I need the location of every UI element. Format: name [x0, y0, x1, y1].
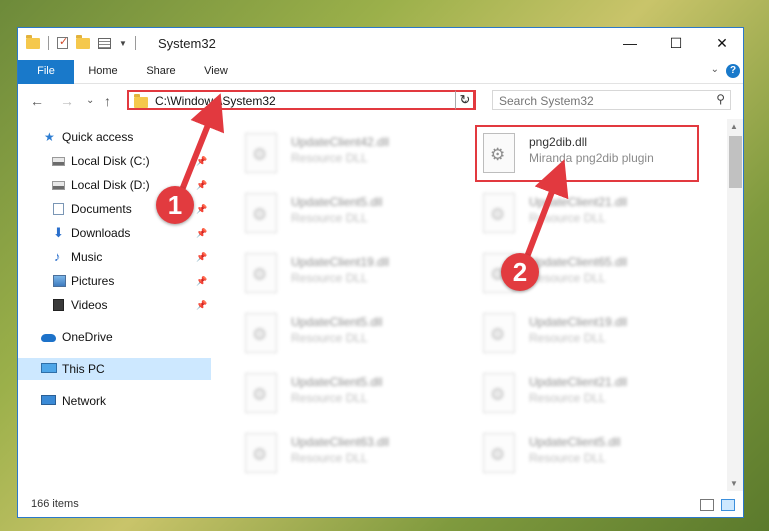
step-1-badge: 1 — [156, 186, 194, 224]
arrow-to-address-bar — [175, 93, 225, 202]
step-2-badge: 2 — [501, 253, 539, 291]
annotation-arrows — [175, 93, 569, 272]
